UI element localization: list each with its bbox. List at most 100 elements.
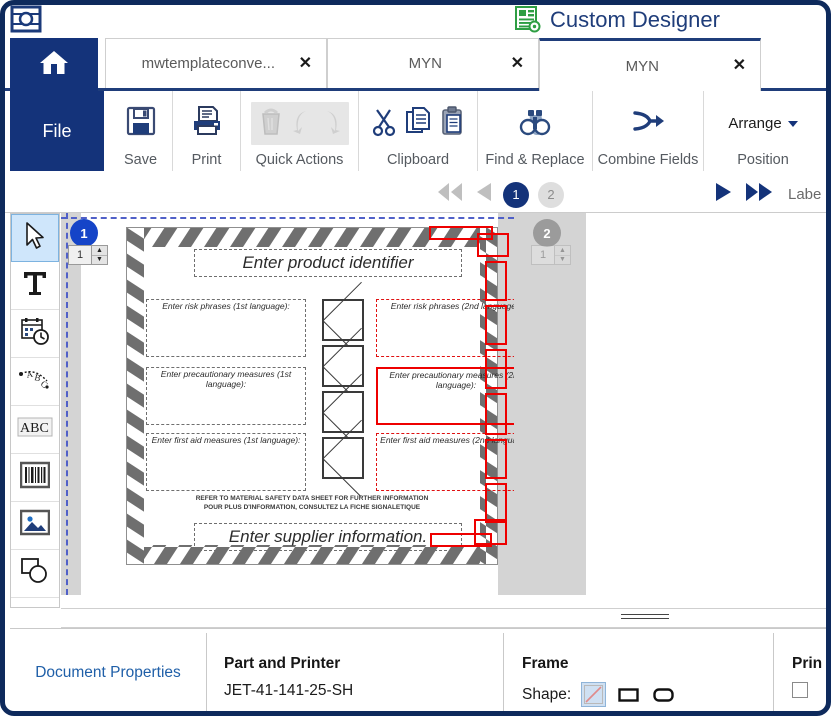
tab-label: MYN (625, 57, 659, 75)
stepper-up-icon[interactable]: ▲ (555, 246, 570, 256)
no-frame-icon (584, 685, 604, 704)
ribbon-group-label: Print (191, 152, 222, 168)
page-1-copies-stepper[interactable]: 1 ▲ ▼ (68, 245, 108, 265)
document-properties-tab[interactable]: Document Properties (10, 633, 207, 711)
ribbon-group-combine-fields: Combine Fields (593, 91, 704, 171)
part-and-printer-section: Part and Printer JET-41-141-25-SH (206, 633, 504, 711)
shape-rounded-option[interactable] (651, 682, 676, 707)
arrange-label: Arrange (728, 115, 782, 132)
margin-guide-left (66, 213, 68, 595)
label-sheet[interactable]: Enter product identifier Enter risk phra… (81, 213, 536, 595)
paste-icon[interactable] (438, 105, 466, 142)
datetime-tool[interactable] (11, 310, 59, 358)
barcode-icon (19, 461, 51, 494)
shape-rectangle-option[interactable] (616, 682, 641, 707)
frame-section: Frame Shape: (504, 633, 774, 711)
document-tab[interactable]: mwtemplateconve... ✕ (105, 38, 327, 88)
section-heading: Part and Printer (224, 655, 341, 672)
svg-text:B: B (34, 372, 42, 383)
close-icon[interactable]: ✕ (511, 55, 524, 72)
resize-handle[interactable] (485, 393, 507, 435)
stepper-value: 1 (69, 246, 91, 264)
document-properties-panel: Document Properties Part and Printer JET… (10, 628, 826, 711)
ribbon-group-label: Clipboard (386, 152, 450, 168)
stepper-buttons[interactable]: ▲ ▼ (554, 246, 570, 264)
resize-handle[interactable] (485, 261, 507, 301)
label-section-title: Labe (788, 186, 822, 203)
application-window: Custom Designer mwtemplateconve... ✕ MYN… (0, 0, 831, 716)
ribbon-group-save: Save (109, 91, 173, 171)
printer-section: Prin (774, 633, 826, 711)
save-icon[interactable] (124, 104, 158, 143)
first-page-icon[interactable] (435, 181, 465, 208)
document-tab-active[interactable]: MYN ✕ (539, 38, 761, 91)
arrange-dropdown[interactable]: Arrange (728, 115, 798, 132)
ribbon-group-print: Print (173, 91, 241, 171)
shape-label: Shape: (522, 685, 572, 703)
copy-icon[interactable] (404, 105, 432, 142)
image-tool[interactable] (11, 502, 59, 550)
close-icon[interactable]: ✕ (733, 58, 746, 74)
last-page-icon[interactable] (743, 181, 775, 208)
resize-handle[interactable] (485, 439, 507, 479)
next-page-icon[interactable] (712, 181, 734, 208)
chevron-down-icon[interactable] (787, 120, 798, 127)
quick-actions-strip (250, 102, 349, 145)
selection-handles[interactable] (81, 213, 509, 595)
file-menu-button[interactable]: File (10, 91, 104, 171)
select-tool[interactable] (11, 214, 59, 262)
page-marker-1[interactable]: 1 (70, 219, 98, 247)
cursor-arrow-icon (22, 221, 48, 256)
delete-icon[interactable] (257, 105, 285, 142)
page-badge-2[interactable]: 2 (538, 181, 564, 208)
resize-handle[interactable] (485, 349, 507, 389)
resize-handle[interactable] (430, 533, 492, 547)
page-2-region (514, 213, 586, 595)
stepper-down-icon[interactable]: ▼ (92, 255, 107, 264)
ribbon-group-label: Combine Fields (597, 152, 699, 168)
binoculars-icon[interactable] (518, 105, 552, 142)
page-1-region: Enter product identifier Enter risk phra… (61, 213, 536, 595)
stepper-down-icon[interactable]: ▼ (555, 255, 570, 264)
page-2-copies-stepper[interactable]: 1 ▲ ▼ (531, 245, 571, 265)
ribbon-group-label: Position (737, 152, 789, 168)
previous-page-icon[interactable] (474, 181, 494, 208)
paragraph-tool[interactable]: ABC (11, 406, 59, 454)
page-marker-2[interactable]: 2 (533, 219, 561, 247)
section-heading: Frame (522, 655, 569, 672)
text-tool[interactable] (11, 262, 59, 310)
calendar-clock-icon (20, 316, 50, 351)
ribbon-toolbar: File Save Print Quick Actions Clipboard … (5, 91, 826, 178)
design-canvas[interactable]: Enter product identifier Enter risk phra… (61, 213, 826, 608)
part-number-value[interactable]: JET-41-141-25-SH (224, 682, 503, 700)
splitter-grip-icon[interactable] (621, 614, 669, 620)
stepper-up-icon[interactable]: ▲ (92, 246, 107, 256)
resize-handle[interactable] (485, 305, 507, 345)
barcode-tool[interactable] (11, 454, 59, 502)
undo-icon[interactable] (290, 105, 314, 142)
curved-text-tool[interactable]: A B C (11, 358, 59, 406)
panel-splitter[interactable] (61, 608, 826, 628)
resize-handle[interactable] (485, 483, 507, 523)
ribbon-group-label: Find & Replace (485, 152, 585, 168)
printer-checkbox[interactable] (792, 682, 808, 698)
document-tab[interactable]: MYN ✕ (327, 38, 539, 88)
shape-tool[interactable] (11, 550, 59, 598)
cut-icon[interactable] (370, 105, 398, 142)
stepper-value: 1 (532, 246, 554, 264)
abc-box-icon: ABC (17, 416, 53, 443)
print-icon[interactable] (190, 104, 224, 143)
printer-checkbox-row (792, 682, 826, 703)
section-heading: Prin (792, 655, 823, 672)
ribbon-group-label: Quick Actions (255, 152, 344, 168)
resize-handle[interactable] (477, 233, 509, 257)
home-tab-button[interactable] (10, 38, 98, 91)
stepper-buttons[interactable]: ▲ ▼ (91, 246, 107, 264)
svg-text:ABC: ABC (20, 421, 49, 436)
redo-icon[interactable] (319, 105, 343, 142)
merge-arrow-icon[interactable] (630, 106, 666, 141)
page-badge-1[interactable]: 1 (503, 181, 529, 208)
shape-none-option[interactable] (581, 682, 607, 707)
curved-abc-icon: A B C (18, 365, 52, 398)
close-icon[interactable]: ✕ (299, 55, 312, 72)
